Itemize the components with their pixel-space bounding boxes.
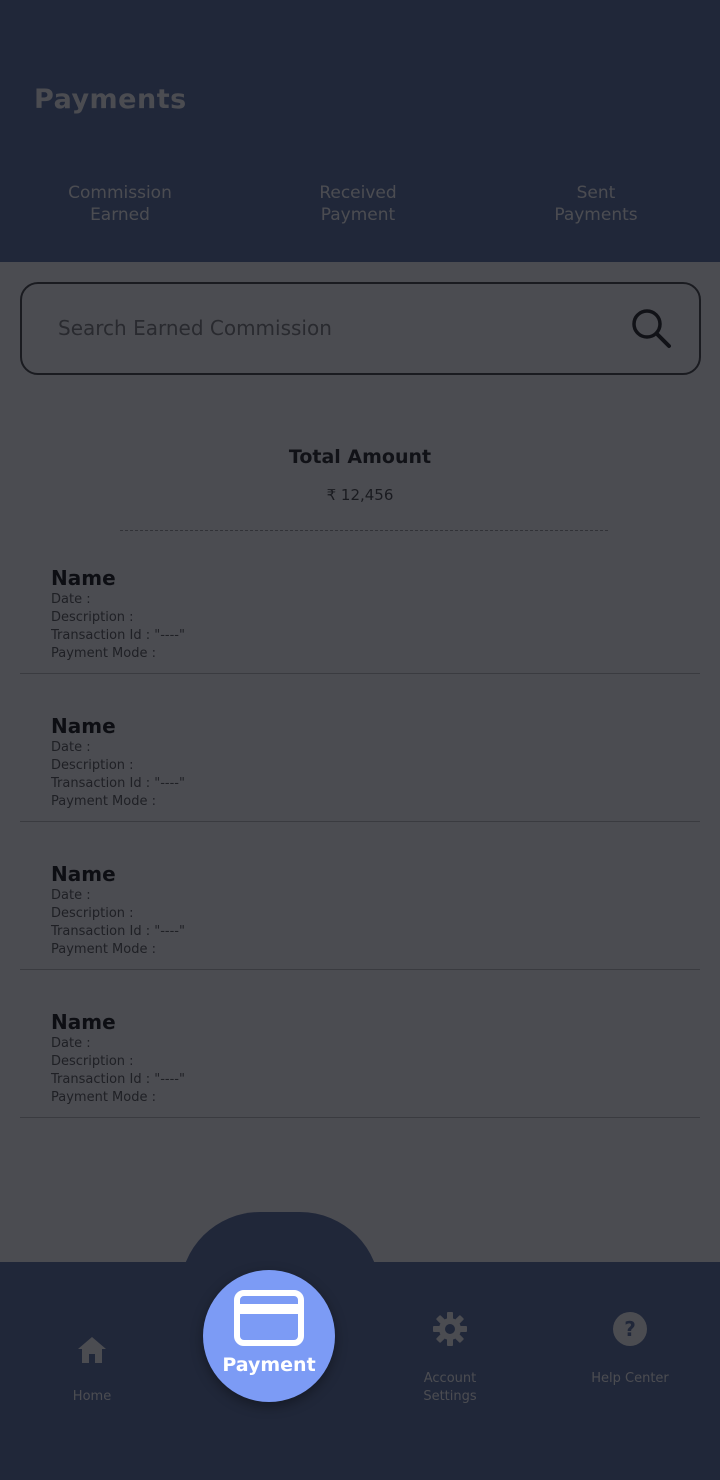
svg-text:?: ? xyxy=(624,1317,636,1341)
transaction-id: Transaction Id : "----" xyxy=(51,1072,185,1087)
transaction-name: Name xyxy=(51,566,116,590)
nav-help-center[interactable]: ? Help Center xyxy=(565,1292,695,1388)
nav-home-label: Home xyxy=(72,1389,112,1404)
tab-sent-payments[interactable]: Sent Payments xyxy=(496,182,696,226)
total-amount-value: ₹ 12,456 xyxy=(326,486,394,504)
transaction-id: Transaction Id : "----" xyxy=(51,924,185,939)
transaction-date: Date : xyxy=(51,888,91,903)
transaction-payment-mode: Payment Mode : xyxy=(51,646,156,661)
transaction-payment-mode: Payment Mode : xyxy=(51,1090,156,1105)
total-amount-label: Total Amount xyxy=(288,446,432,468)
transaction-item[interactable]: Name Date : Description : Transaction Id… xyxy=(20,824,700,970)
home-icon xyxy=(78,1337,106,1363)
transaction-item[interactable]: Name Date : Description : Transaction Id… xyxy=(20,528,700,674)
card-icon xyxy=(234,1290,304,1346)
app-header: Payments Commission Earned Received Paym… xyxy=(0,0,720,262)
nav-account-settings-label: Account Settings xyxy=(423,1371,477,1404)
payment-fab-label: Payment xyxy=(222,1354,316,1376)
transaction-payment-mode: Payment Mode : xyxy=(51,794,156,809)
payment-tabs: Commission Earned Received Payment Sent … xyxy=(0,182,720,242)
nav-help-center-label: Help Center xyxy=(591,1371,669,1386)
transaction-payment-mode: Payment Mode : xyxy=(51,942,156,957)
nav-account-settings[interactable]: Account Settings xyxy=(385,1292,515,1406)
transaction-date: Date : xyxy=(51,592,91,607)
transaction-id: Transaction Id : "----" xyxy=(51,776,185,791)
nav-home[interactable]: Home xyxy=(52,1316,132,1406)
gear-icon xyxy=(433,1312,467,1346)
transaction-description: Description : xyxy=(51,758,134,773)
payment-fab-button[interactable]: Payment xyxy=(203,1270,335,1402)
transaction-date: Date : xyxy=(51,740,91,755)
transaction-item[interactable]: Name Date : Description : Transaction Id… xyxy=(20,972,700,1118)
transaction-item[interactable]: Name Date : Description : Transaction Id… xyxy=(20,676,700,822)
search-icon[interactable] xyxy=(629,306,673,350)
transaction-id: Transaction Id : "----" xyxy=(51,628,185,643)
transaction-description: Description : xyxy=(51,1054,134,1069)
help-icon: ? xyxy=(613,1312,647,1346)
page-title: Payments xyxy=(34,84,187,115)
transaction-name: Name xyxy=(51,862,116,886)
tab-received-payment[interactable]: Received Payment xyxy=(258,182,458,226)
search-bar[interactable] xyxy=(20,282,701,375)
transaction-description: Description : xyxy=(51,610,134,625)
transaction-date: Date : xyxy=(51,1036,91,1051)
tab-commission-earned[interactable]: Commission Earned xyxy=(20,182,220,226)
transaction-name: Name xyxy=(51,1010,116,1034)
transaction-description: Description : xyxy=(51,906,134,921)
search-input[interactable] xyxy=(58,310,598,346)
transaction-name: Name xyxy=(51,714,116,738)
